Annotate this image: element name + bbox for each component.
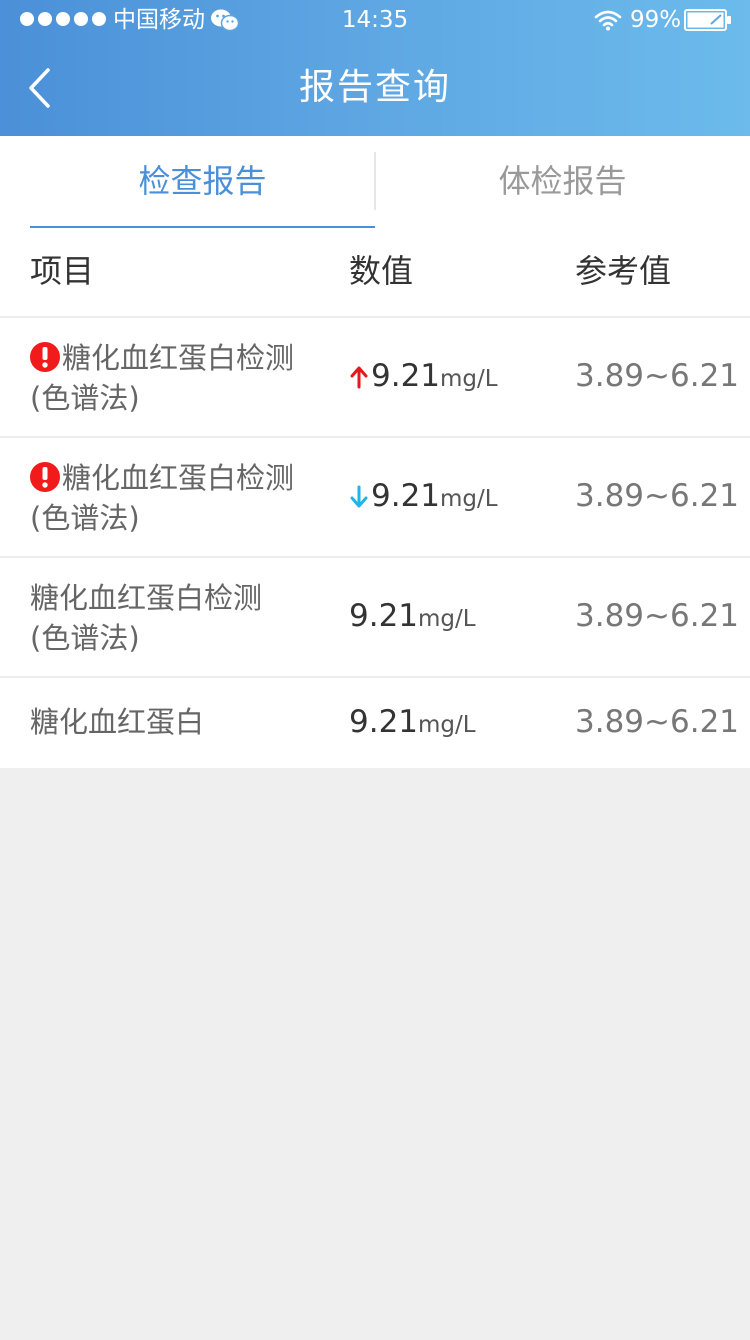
item-name: 糖化血红蛋白	[30, 702, 330, 742]
value-number: 9.21	[349, 704, 419, 740]
battery-icon	[684, 9, 731, 31]
report-table: 项目 数值 参考值 糖化血红蛋白检测 (色谱法) 9.21mg/L 3.89~6…	[0, 228, 750, 768]
report-tabs: 检查报告 体检报告	[0, 136, 750, 228]
item-name-line1: 糖化血红蛋白检测	[62, 461, 295, 495]
reference-range: 3.89~6.21	[575, 478, 740, 514]
value-number: 9.21	[371, 478, 441, 514]
table-header: 项目 数值 参考值	[0, 228, 750, 318]
column-header-item: 项目	[30, 252, 95, 290]
item-name-line1: 糖化血红蛋白	[30, 705, 205, 739]
reference-range: 3.89~6.21	[575, 704, 740, 740]
value-unit: mg/L	[440, 486, 498, 512]
item-name: 糖化血红蛋白检测 (色谱法)	[30, 578, 330, 658]
nav-bar: 报告查询	[0, 40, 750, 136]
item-name-line2: (色谱法)	[30, 621, 140, 655]
table-row[interactable]: 糖化血红蛋白 9.21mg/L 3.89~6.21	[0, 678, 750, 768]
column-header-value: 数值	[349, 252, 414, 290]
alert-icon	[30, 462, 60, 492]
table-row[interactable]: 糖化血红蛋白检测 (色谱法) 9.21mg/L 3.89~6.21	[0, 558, 750, 678]
reference-range: 3.89~6.21	[575, 598, 740, 634]
item-name-line1: 糖化血红蛋白检测	[30, 581, 263, 615]
value-unit: mg/L	[418, 606, 476, 632]
table-row[interactable]: 糖化血红蛋白检测 (色谱法) 9.21mg/L 3.89~6.21	[0, 438, 750, 558]
item-name-line1: 糖化血红蛋白检测	[62, 341, 295, 375]
arrow-up-icon	[350, 366, 368, 389]
item-name: 糖化血红蛋白检测 (色谱法)	[30, 458, 330, 538]
table-row[interactable]: 糖化血红蛋白检测 (色谱法) 9.21mg/L 3.89~6.21	[0, 318, 750, 438]
value-unit: mg/L	[418, 712, 476, 738]
battery-percentage: 99%	[630, 7, 682, 33]
wifi-icon	[594, 10, 622, 31]
header: 中国移动 14:35 99% 报告查询	[0, 0, 750, 136]
item-name: 糖化血红蛋白检测 (色谱法)	[30, 338, 330, 418]
item-value: 9.21mg/L	[349, 354, 498, 401]
item-name-line2: (色谱法)	[30, 381, 140, 415]
item-value: 9.21mg/L	[349, 700, 476, 747]
reference-range: 3.89~6.21	[575, 358, 740, 394]
status-bar: 中国移动 14:35 99%	[0, 0, 750, 40]
item-value: 9.21mg/L	[349, 594, 476, 641]
value-unit: mg/L	[440, 366, 498, 392]
tab-physical-report[interactable]: 体检报告	[375, 136, 750, 228]
page-title: 报告查询	[298, 67, 451, 108]
item-name-line2: (色谱法)	[30, 501, 140, 535]
column-header-reference: 参考值	[575, 252, 672, 290]
arrow-down-icon	[350, 485, 368, 508]
value-number: 9.21	[349, 598, 419, 634]
value-number: 9.21	[371, 358, 441, 394]
item-value: 9.21mg/L	[349, 474, 498, 521]
alert-icon	[30, 342, 60, 372]
tab-exam-report[interactable]: 检查报告	[30, 136, 375, 228]
